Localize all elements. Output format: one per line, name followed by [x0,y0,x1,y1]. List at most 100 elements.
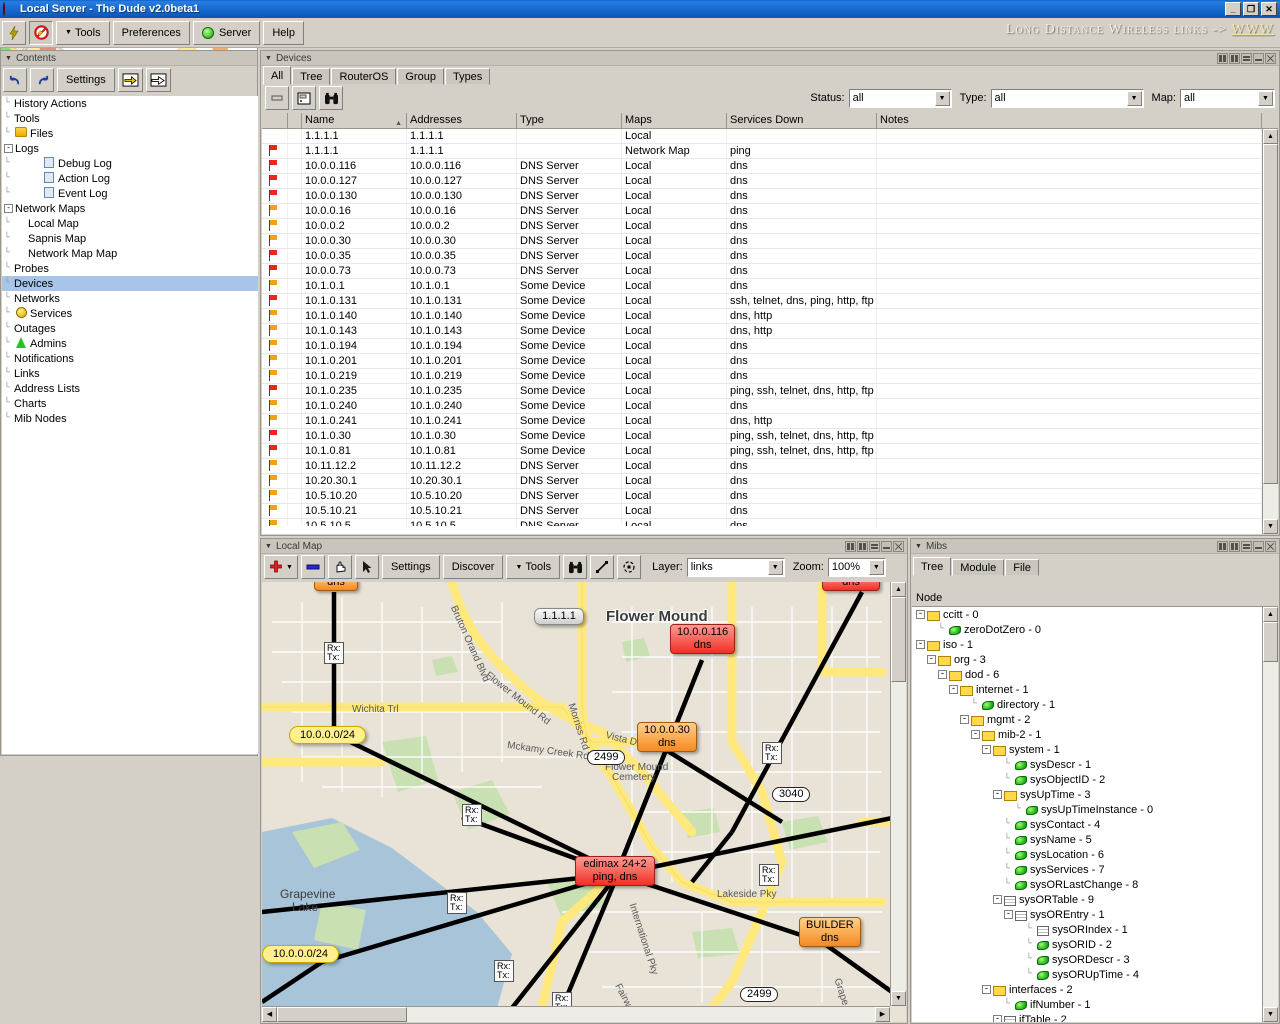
map-settings-button[interactable]: Settings [381,555,440,579]
chevron-down-icon[interactable]: ▼ [1126,90,1142,106]
mibs-tab-tree[interactable]: Tree [913,557,952,576]
table-row[interactable]: 10.0.0.116 10.0.0.116 DNS Server Local dns [262,159,1262,174]
close-button[interactable]: ✕ [1261,2,1277,16]
sidebar-item-charts[interactable]: └ Charts [2,396,258,411]
grid-header-maps[interactable]: Maps [622,113,727,128]
devices-grid-header[interactable]: Name ▲ Addresses Type Maps Services Down Notes [262,113,1278,129]
collapse-icon[interactable]: ▼ [265,55,272,62]
sidebar-item-sapnis-map[interactable]: └ Sapnis Map [2,231,258,246]
mibs-tab-module[interactable]: Module [952,559,1005,576]
grid-header-type[interactable]: Type [517,113,622,128]
contents-tree[interactable]: └ History Actions └ Tools └ Files - Logs └ Debug … [2,96,258,754]
mib-node-org[interactable]: - org - 3 [912,652,1262,667]
scroll-left-button[interactable]: ◀ [262,1007,277,1022]
table-row[interactable]: 10.1.0.201 10.1.0.201 Some Device Local dns [262,354,1262,369]
scroll-up-button[interactable]: ▲ [1263,129,1278,144]
minimize-panel-button[interactable] [1253,52,1264,64]
split-horizontal-button[interactable] [1241,52,1252,64]
split-columns-button[interactable] [857,540,868,552]
split-horizontal-button[interactable] [1241,540,1252,552]
split-columns-button[interactable] [1229,52,1240,64]
sidebar-item-network-maps[interactable]: - Network Maps [2,201,258,216]
table-row[interactable]: 1.1.1.1 1.1.1.1 Network Map ping [262,144,1262,159]
node-dns-top-right[interactable]: dns [822,582,880,591]
lightning-button[interactable] [2,20,26,45]
table-row[interactable]: 10.5.10.5 10.5.10.5 DNS Server Local dns [262,519,1262,526]
table-row[interactable]: 10.0.0.35 10.0.0.35 DNS Server Local dns [262,249,1262,264]
remove-node-button[interactable] [300,555,325,579]
sidebar-item-services[interactable]: └ Services [2,306,258,321]
tree-expander[interactable]: - [982,985,991,994]
node-10.0.0.116[interactable]: 10.0.0.116 dns [670,624,736,654]
table-row[interactable]: 10.1.0.240 10.1.0.240 Some Device Local dns [262,399,1262,414]
sidebar-item-networks[interactable]: └ Networks [2,291,258,306]
tab-tree[interactable]: Tree [292,68,331,85]
mib-node-dod[interactable]: - dod - 6 [912,667,1262,682]
mibs-panel-buttons[interactable] [1217,540,1279,552]
mib-node-sysUpTime[interactable]: - sysUpTime - 3 [912,787,1262,802]
mib-node-sysName[interactable]: └ sysName - 5 [912,832,1262,847]
help-button[interactable]: Help [263,20,304,45]
mibs-tree[interactable]: - ccitt - 0 └ zeroDotZero - 0- iso - 1- org -… [912,607,1262,1022]
chevron-down-icon[interactable]: ▼ [868,559,884,575]
node-10.0.0.30[interactable]: 10.0.0.30 dns [637,722,697,752]
table-row[interactable]: 10.1.0.143 10.1.0.143 Some Device Local dns,… [262,324,1262,339]
device-properties-button[interactable] [292,86,316,110]
mib-node-zeroDotZero[interactable]: └ zeroDotZero - 0 [912,622,1262,637]
table-row[interactable]: 10.1.0.81 10.1.0.81 Some Device Local ping, … [262,444,1262,459]
tab-types[interactable]: Types [444,68,491,85]
table-row[interactable]: 1.1.1.1 1.1.1.1 Local [262,129,1262,144]
node-edimax[interactable]: edimax 24+2 ping, dns [575,856,655,886]
remove-device-button[interactable] [265,86,289,110]
table-row[interactable]: 10.20.30.1 10.20.30.1 DNS Server Local dns [262,474,1262,489]
chevron-down-icon[interactable]: ▼ [934,90,950,106]
mibs-tabs[interactable]: Tree Module File [911,557,1279,576]
split-vertical-button[interactable] [1217,52,1228,64]
devices-grid[interactable]: Name ▲ Addresses Type Maps Services Down Notes… [262,113,1278,534]
tree-expander[interactable]: - [938,670,947,679]
tab-routeros[interactable]: RouterOS [331,68,397,85]
sidebar-item-network-map-map[interactable]: └ Network Map Map [2,246,258,261]
split-vertical-button[interactable] [1217,540,1228,552]
mib-node-ifNumber[interactable]: └ ifNumber - 1 [912,997,1262,1012]
grid-header-notes[interactable]: Notes [877,113,1262,128]
scroll-down-button[interactable]: ▼ [891,991,906,1006]
find-device-button[interactable] [319,86,343,110]
close-panel-button[interactable] [893,540,904,552]
mib-node-sysORTable[interactable]: - sysORTable - 9 [912,892,1262,907]
disconnect-button[interactable] [29,20,53,45]
scroll-down-button[interactable]: ▼ [1263,519,1278,534]
cloud-10.0.0.0-24-upper[interactable]: 10.0.0.0/24 [289,726,367,744]
mib-node-ccitt[interactable]: - ccitt - 0 [912,607,1262,622]
node-builder[interactable]: BUILDER dns [799,917,861,947]
tree-expander[interactable]: - [1004,910,1013,919]
map-canvas[interactable]: Flower Mound Grapevine Lake Wichita Trl Brut… [262,582,906,1022]
map-find-button[interactable] [563,555,588,579]
map-tools-menu-button[interactable]: ▼ Tools [506,555,561,579]
status-filter[interactable]: all ▼ [848,88,952,108]
select-tool-button[interactable] [354,555,379,579]
sidebar-item-logs[interactable]: - Logs [2,141,258,156]
tree-expander[interactable]: - [4,204,13,213]
scroll-down-button[interactable]: ▼ [1263,1007,1278,1022]
contents-settings-button[interactable]: Settings [57,68,115,92]
sidebar-item-probes[interactable]: └ Probes [2,261,258,276]
table-row[interactable]: 10.0.0.2 10.0.0.2 DNS Server Local dns [262,219,1262,234]
zoom-select[interactable]: 100% ▼ [827,557,886,577]
devices-grid-body[interactable]: 1.1.1.1 1.1.1.1 Local 1.1.1.1 1.1.1.1 Network… [262,129,1262,526]
arrange-nodes-button[interactable] [617,555,642,579]
tree-expander[interactable]: - [916,640,925,649]
collapse-icon[interactable]: ▼ [915,543,922,550]
discover-button[interactable]: Discover [442,555,504,579]
mib-node-mgmt[interactable]: - mgmt - 2 [912,712,1262,727]
table-row[interactable]: 10.0.0.130 10.0.0.130 DNS Server Local dns [262,189,1262,204]
mib-node-sysOREntry[interactable]: - sysOREntry - 1 [912,907,1262,922]
pan-tool-button[interactable] [327,555,352,579]
mib-node-sysServices[interactable]: └ sysServices - 7 [912,862,1262,877]
cloud-10.0.0.0-24-lower[interactable]: 10.0.0.0/24 [262,945,340,963]
window-controls[interactable]: _ ❐ ✕ [1225,2,1280,16]
mibs-vertical-scrollbar[interactable]: ▲ ▼ [1262,607,1278,1022]
tree-expander[interactable]: - [4,144,13,153]
chevron-down-icon[interactable]: ▼ [286,564,293,571]
mibs-tab-file[interactable]: File [1005,559,1040,576]
